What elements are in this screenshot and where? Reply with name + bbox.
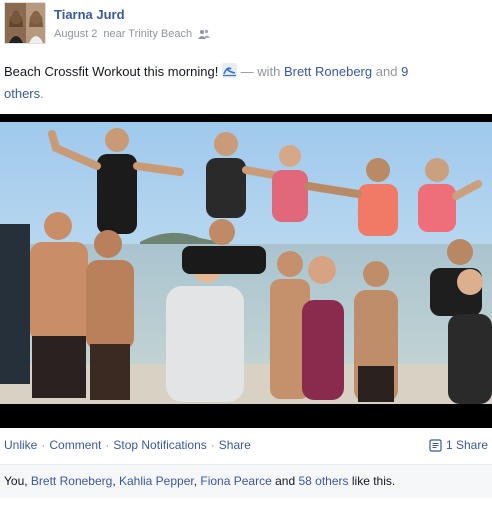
- share-count[interactable]: 1 Share: [429, 438, 488, 452]
- status-period: .: [40, 86, 44, 101]
- post-header: Tiarna Jurd August 2 near Trinity Beach: [4, 2, 484, 44]
- share-link[interactable]: Share: [219, 438, 251, 452]
- likes-summary: You, Brett Roneberg, Kahlia Pepper, Fion…: [0, 464, 492, 498]
- likes-and: and: [275, 474, 296, 488]
- share-count-link[interactable]: 1 Share: [446, 438, 488, 452]
- wave-icon: [221, 63, 237, 78]
- comment-link[interactable]: Comment: [49, 438, 101, 452]
- stop-notifications-link[interactable]: Stop Notifications: [113, 438, 206, 452]
- post-meta: August 2 near Trinity Beach: [54, 28, 211, 40]
- share-icon: [429, 438, 442, 452]
- tagged-others-count-link[interactable]: 9: [401, 64, 408, 79]
- likes-you: You: [4, 474, 25, 488]
- tagged-person-link[interactable]: Brett Roneberg: [284, 64, 372, 79]
- with-prefix: — with: [240, 64, 281, 79]
- post-status: Beach Crossfit Workout this morning! — w…: [4, 61, 484, 105]
- separator: ·: [105, 438, 110, 452]
- post-actions: Unlike · Comment · Stop Notifications · …: [4, 438, 488, 454]
- post-location[interactable]: near Trinity Beach: [103, 28, 192, 40]
- separator: ·: [210, 438, 215, 452]
- liker-link[interactable]: Brett Roneberg: [31, 474, 112, 488]
- status-text: Beach Crossfit Workout this morning!: [4, 64, 219, 79]
- post-photo[interactable]: [0, 114, 492, 428]
- author-avatar[interactable]: [4, 2, 46, 44]
- feed-post: Tiarna Jurd August 2 near Trinity Beach …: [0, 0, 492, 506]
- author-name-link[interactable]: Tiarna Jurd: [54, 7, 125, 22]
- post-date-link[interactable]: August 2: [54, 28, 97, 40]
- and-text: and: [375, 64, 398, 79]
- separator: ·: [41, 438, 46, 452]
- liker-link[interactable]: Fiona Pearce: [200, 474, 271, 488]
- liker-link[interactable]: Kahlia Pepper: [119, 474, 194, 488]
- likes-others-link[interactable]: 58 others: [298, 474, 348, 488]
- unlike-link[interactable]: Unlike: [4, 438, 37, 452]
- likes-suffix: like this.: [351, 474, 396, 488]
- friends-icon[interactable]: [198, 29, 211, 39]
- tagged-others-link[interactable]: others: [4, 86, 40, 101]
